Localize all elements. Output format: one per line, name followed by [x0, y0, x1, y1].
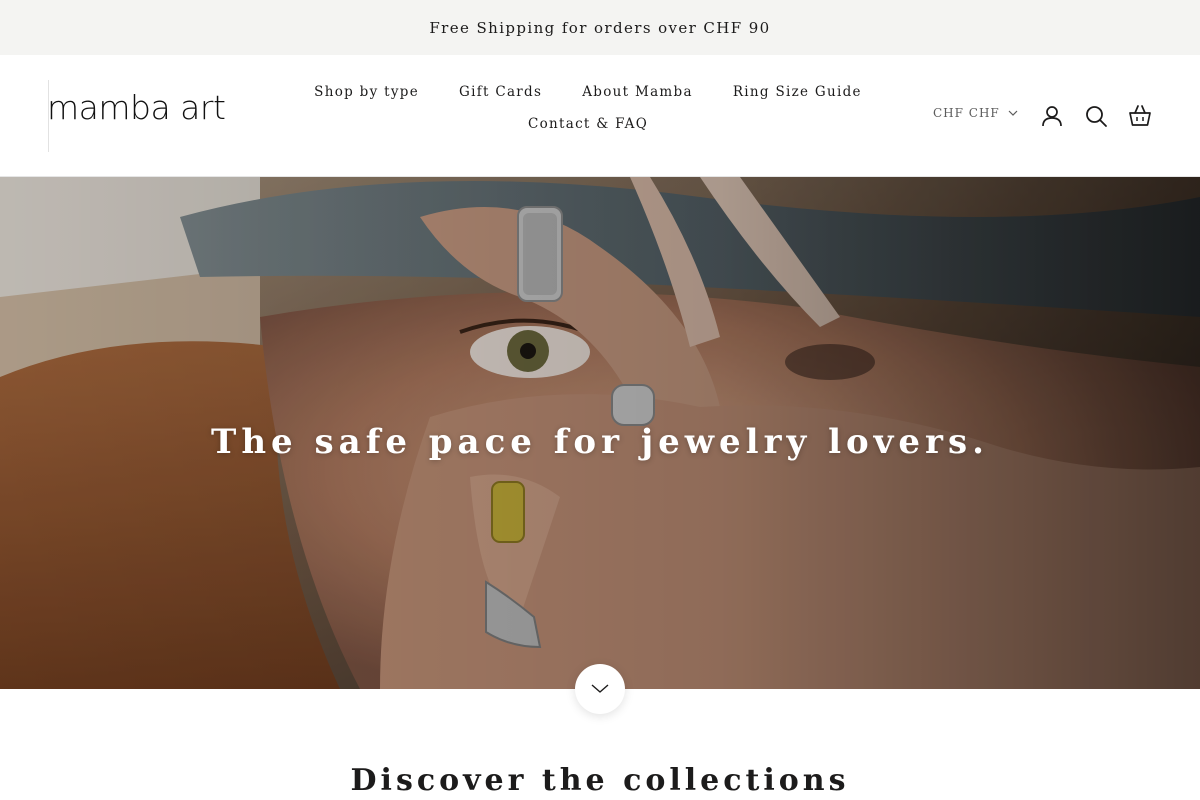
nav-link-about-mamba[interactable]: About Mamba — [582, 83, 693, 102]
account-icon[interactable] — [1039, 103, 1065, 129]
collections-heading: Discover the collections — [350, 763, 850, 798]
nav-link-gift-cards[interactable]: Gift Cards — [459, 83, 542, 102]
site-header: mamba art Shop by type Gift Cards About … — [0, 55, 1200, 177]
nav-row-primary: Shop by type Gift Cards About Mamba Ring… — [300, 83, 876, 102]
nav-link-shop-by-type[interactable]: Shop by type — [314, 83, 419, 102]
main-navigation: Shop by type Gift Cards About Mamba Ring… — [300, 83, 876, 134]
hero-title: The safe pace for jewelry lovers. — [211, 422, 989, 462]
scroll-down-button[interactable] — [575, 664, 625, 714]
currency-label: CHF CHF — [933, 106, 1000, 120]
currency-selector[interactable]: CHF CHF — [933, 106, 1018, 120]
nav-link-contact-faq[interactable]: Contact & FAQ — [528, 115, 648, 134]
nav-link-ring-size-guide[interactable]: Ring Size Guide — [733, 83, 862, 102]
search-icon[interactable] — [1083, 103, 1109, 129]
announcement-text: Free Shipping for orders over CHF 90 — [429, 18, 771, 37]
nav-row-secondary: Contact & FAQ — [300, 115, 876, 134]
chevron-down-icon — [1008, 110, 1018, 116]
chevron-down-icon — [591, 684, 609, 693]
hero-banner: The safe pace for jewelry lovers. — [0, 177, 1200, 689]
cart-icon[interactable] — [1127, 103, 1153, 129]
announcement-bar: Free Shipping for orders over CHF 90 — [0, 0, 1200, 55]
brand-logo[interactable]: mamba art — [47, 88, 226, 127]
